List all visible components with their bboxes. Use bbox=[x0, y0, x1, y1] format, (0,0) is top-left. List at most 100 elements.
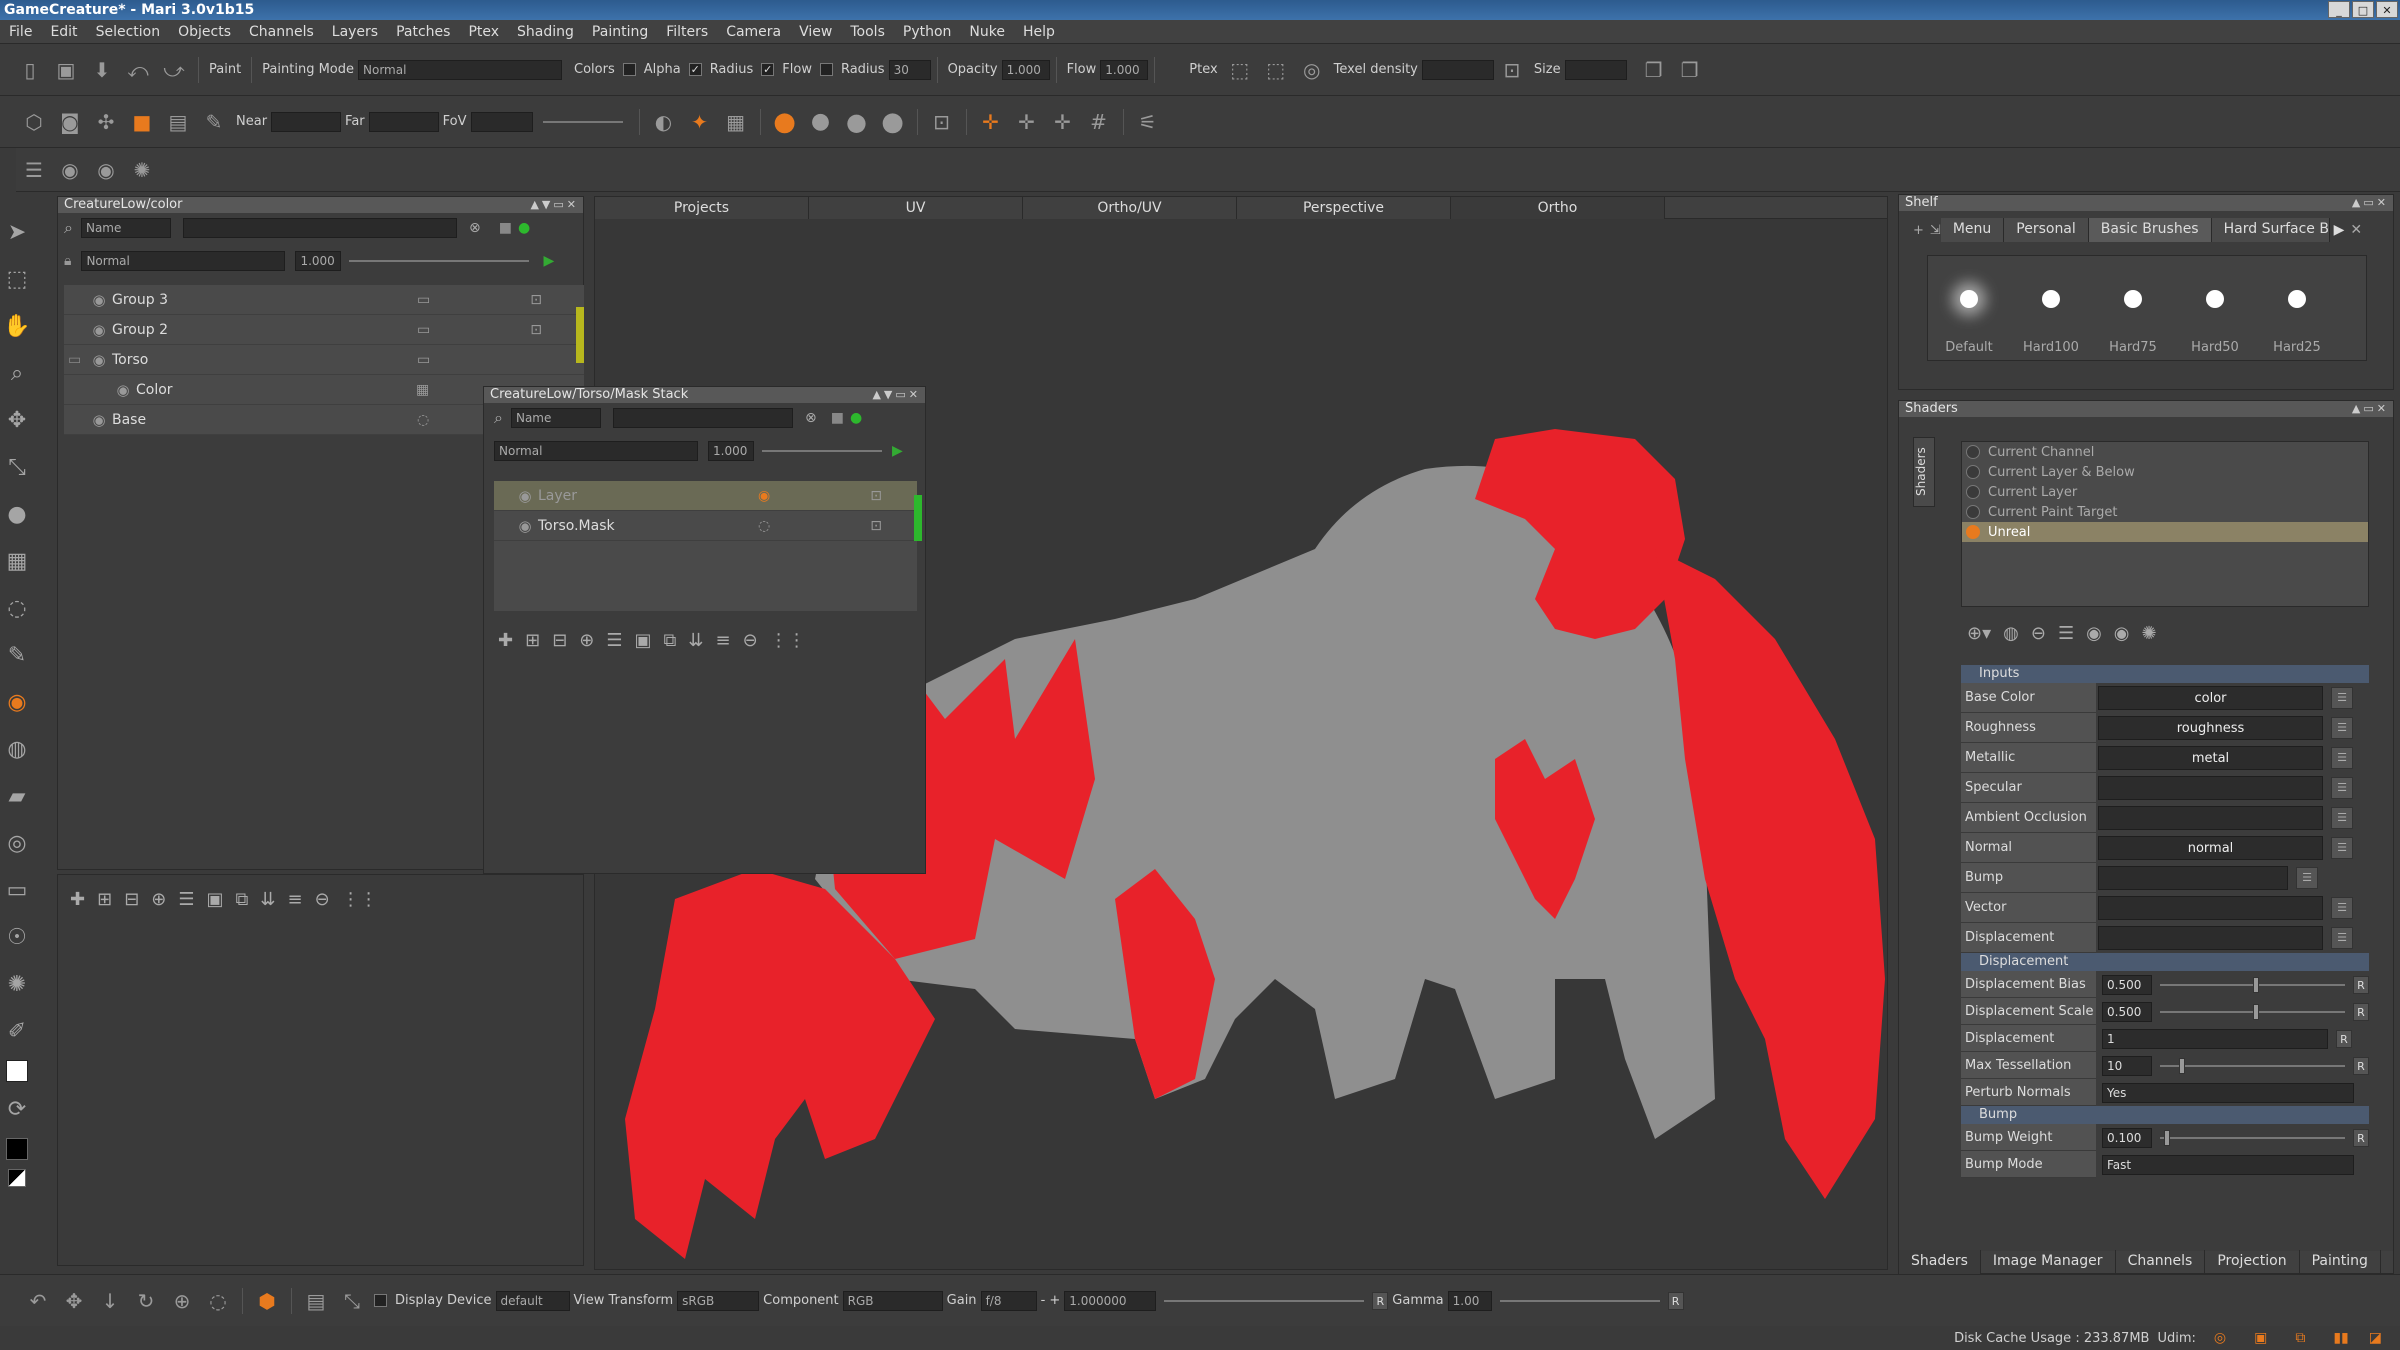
shelf-tab-menu[interactable]: Menu bbox=[1940, 218, 2005, 242]
center-view-icon[interactable]: ⊕ bbox=[167, 1286, 197, 1316]
add-layer-icon[interactable]: ✚ bbox=[498, 630, 513, 651]
snap-icon[interactable]: ✣ bbox=[91, 107, 121, 137]
camera-icon[interactable]: ◙ bbox=[55, 107, 85, 137]
brush-hard25[interactable]: Hard25 bbox=[2256, 262, 2338, 355]
menu-tools[interactable]: Tools bbox=[841, 20, 894, 44]
shader-isolate-icon[interactable]: ✺ bbox=[2142, 623, 2157, 644]
pin-tool-icon[interactable]: ✎ bbox=[8, 637, 26, 675]
shader-current-layer[interactable]: Current Layer bbox=[1962, 482, 2368, 502]
isolate-icon[interactable]: ✺ bbox=[127, 155, 157, 185]
mask-opacity-slider[interactable] bbox=[762, 450, 882, 452]
shelf-tab-basic-brushes[interactable]: Basic Brushes bbox=[2088, 218, 2212, 242]
prop-channel-select[interactable]: normal bbox=[2098, 836, 2323, 860]
channel-options-icon[interactable]: ☰ bbox=[2331, 807, 2353, 829]
shader-eye-icon[interactable]: ◉ bbox=[2086, 623, 2102, 644]
layer-row-torso[interactable]: ▭ ◉ Torso ▭ bbox=[64, 345, 584, 375]
add-adjust-icon[interactable]: ⊟ bbox=[552, 630, 567, 651]
merge-icon[interactable]: ⇊ bbox=[260, 889, 275, 910]
layer-row-group2[interactable]: ◉ Group 2 ▭ ⊡ bbox=[64, 315, 584, 345]
patch-tool-icon[interactable]: ▦ bbox=[7, 543, 28, 581]
flat-shading-icon[interactable]: ● bbox=[770, 107, 800, 137]
pan-tool-icon[interactable]: ✋ bbox=[3, 308, 30, 346]
minimize-button[interactable]: _ bbox=[2328, 1, 2350, 18]
mask-icon[interactable]: ▣ bbox=[635, 630, 652, 651]
menu-shading[interactable]: Shading bbox=[508, 20, 583, 44]
blur-tool-icon[interactable]: ✺ bbox=[8, 966, 26, 1004]
gamma-slider[interactable] bbox=[1499, 1299, 1660, 1302]
stats-icon[interactable]: ▮▮ bbox=[2333, 1330, 2348, 1346]
move-x-icon[interactable]: ✛ bbox=[1012, 107, 1042, 137]
drop-tool-icon[interactable]: ● bbox=[7, 496, 26, 534]
reset-button[interactable]: R bbox=[2353, 975, 2369, 994]
flow-input[interactable]: 1.000 bbox=[1100, 59, 1149, 80]
lasso-tool-icon[interactable]: ◌ bbox=[7, 590, 26, 628]
shelf-tab-hard-surface[interactable]: Hard Surface Bru bbox=[2211, 218, 2330, 242]
panel-controls-icon[interactable]: ▲▭✕ bbox=[2352, 195, 2389, 211]
channel-options-icon[interactable]: ☰ bbox=[2331, 777, 2353, 799]
menu-camera[interactable]: Camera bbox=[717, 20, 790, 44]
mask-blend-select[interactable]: Normal bbox=[494, 441, 698, 461]
lock-toggle-icon[interactable]: ■ bbox=[499, 220, 512, 236]
add-paint-icon[interactable]: ⊞ bbox=[97, 889, 112, 910]
grid-view-icon[interactable]: ⋮⋮ bbox=[342, 889, 378, 910]
menu-patches[interactable]: Patches bbox=[387, 20, 459, 44]
gain-value-input[interactable]: 1.000000 bbox=[1064, 1290, 1157, 1311]
prop-channel-select[interactable] bbox=[2098, 926, 2323, 950]
shader-current-paint-target[interactable]: Current Paint Target bbox=[1962, 502, 2368, 522]
gradient-tool-icon[interactable]: ▭ bbox=[7, 872, 28, 910]
dock-tab-painting[interactable]: Painting bbox=[2300, 1250, 2381, 1274]
clone-tool-icon[interactable]: ◍ bbox=[7, 731, 26, 769]
prop-value-input[interactable]: 0.500 bbox=[2102, 1001, 2152, 1022]
mask-stack-icon[interactable]: ⧉ bbox=[664, 630, 677, 651]
pan-view-icon[interactable]: ✥ bbox=[59, 1286, 89, 1316]
visibility-eye-icon[interactable]: ◉ bbox=[86, 291, 112, 309]
mask-filter-input[interactable] bbox=[612, 408, 793, 428]
reset-button[interactable]: R bbox=[2336, 1029, 2352, 1048]
color-enable-checkbox[interactable] bbox=[374, 1294, 387, 1307]
move-all-icon[interactable]: # bbox=[1084, 107, 1114, 137]
background-color-swatch[interactable] bbox=[6, 1138, 28, 1160]
slider-knob[interactable] bbox=[2252, 976, 2259, 993]
shader-current-layer-below[interactable]: Current Layer & Below bbox=[1962, 462, 2368, 482]
texel-density-input[interactable] bbox=[1421, 59, 1494, 80]
add-shelf-icon[interactable]: + bbox=[1913, 223, 1924, 238]
channel-options-icon[interactable]: ☰ bbox=[2331, 717, 2353, 739]
paint-through-icon[interactable]: ✦ bbox=[685, 107, 715, 137]
prop-slider[interactable] bbox=[2160, 1057, 2345, 1074]
fov-slider[interactable] bbox=[542, 120, 623, 123]
hide-eye-icon[interactable]: ◉ bbox=[91, 155, 121, 185]
prop-value-input[interactable]: 0.100 bbox=[2102, 1127, 2152, 1148]
paint-status-icon[interactable]: ▣ bbox=[2254, 1330, 2267, 1346]
menu-filters[interactable]: Filters bbox=[657, 20, 717, 44]
pivot-icon[interactable]: ✛ bbox=[976, 107, 1006, 137]
panel-controls-icon[interactable]: ▲▭✕ bbox=[2352, 401, 2389, 417]
prop-slider[interactable] bbox=[2160, 1129, 2345, 1146]
tab-ortho-uv[interactable]: Ortho/UV bbox=[1023, 196, 1237, 219]
drop-view-icon[interactable]: ↓ bbox=[95, 1286, 125, 1316]
frame-view-icon[interactable]: ◌ bbox=[203, 1286, 233, 1316]
shader-shading-icon[interactable]: ● bbox=[878, 107, 908, 137]
visibility-eye-icon[interactable]: ◉ bbox=[110, 381, 136, 399]
flow-checkbox[interactable] bbox=[819, 63, 833, 76]
shader-list-icon[interactable]: ☰ bbox=[2058, 623, 2074, 644]
close-icon[interactable]: ✕ bbox=[2350, 222, 2362, 238]
projection-icon[interactable]: ◐ bbox=[649, 107, 679, 137]
add-adjust-icon[interactable]: ⊟ bbox=[124, 889, 139, 910]
warp-tool-icon[interactable]: ⤡ bbox=[8, 449, 26, 487]
group-icon[interactable]: ☰ bbox=[178, 889, 194, 910]
dock-tab-shaders[interactable]: Shaders bbox=[1899, 1250, 1981, 1274]
radius-checkbox[interactable]: ✓ bbox=[761, 63, 775, 76]
far-input[interactable] bbox=[368, 111, 439, 132]
brush-default[interactable]: Default bbox=[1928, 262, 2010, 355]
bump-section-header[interactable]: Bump bbox=[1961, 1106, 2369, 1124]
foreground-color-swatch[interactable] bbox=[6, 1060, 28, 1082]
menu-python[interactable]: Python bbox=[894, 20, 961, 44]
visibility-eye-icon[interactable]: ◉ bbox=[55, 155, 85, 185]
delete-layer-icon[interactable]: ⊖ bbox=[743, 630, 758, 651]
ptex-split-icon[interactable]: ⬚ bbox=[1261, 55, 1291, 85]
mask-row-layer[interactable]: ◉ Layer ◉ ⊡ bbox=[494, 481, 917, 511]
menu-channels[interactable]: Channels bbox=[240, 20, 323, 44]
delete-layer-icon[interactable]: ⊖ bbox=[315, 889, 330, 910]
shelf-tab-personal[interactable]: Personal bbox=[2004, 218, 2089, 242]
alpha-checkbox[interactable]: ✓ bbox=[688, 63, 702, 76]
